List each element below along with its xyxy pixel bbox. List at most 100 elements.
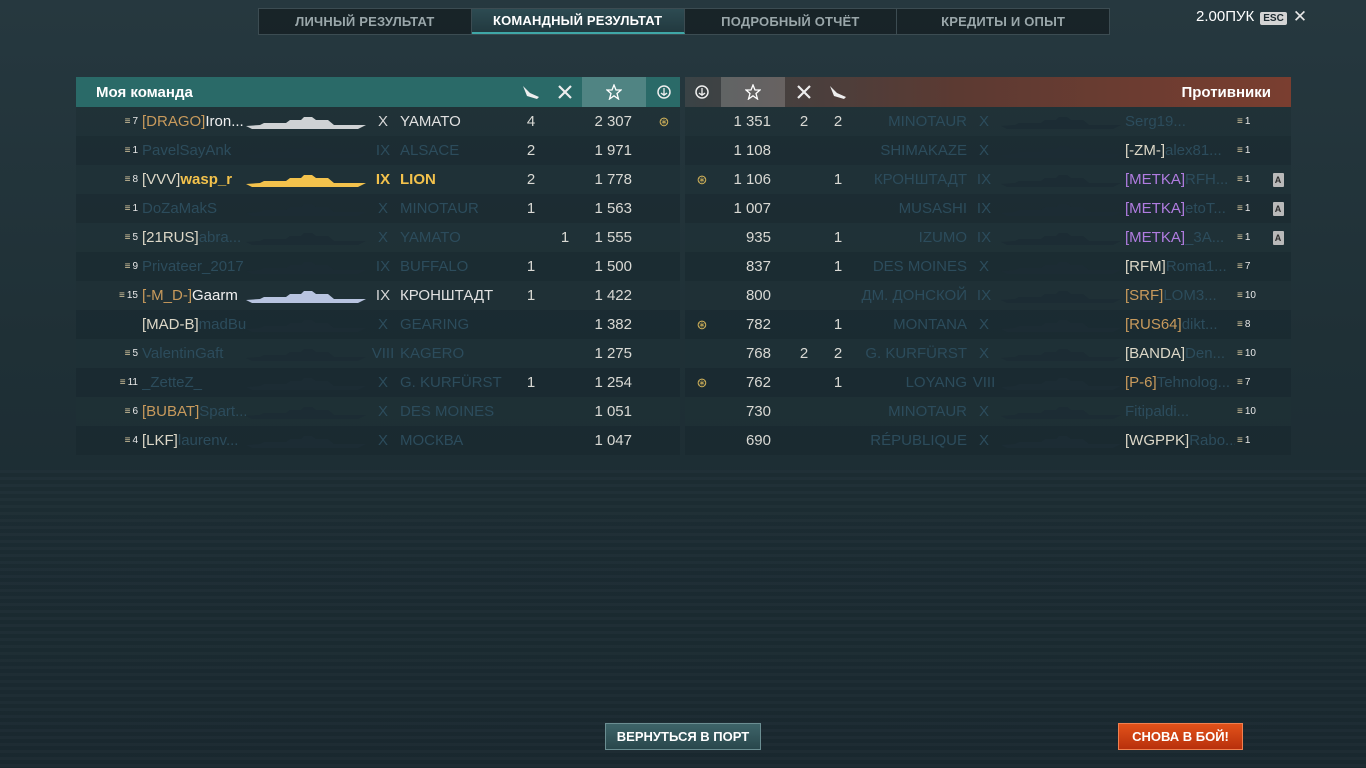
ship-silhouette-icon	[246, 203, 366, 220]
table-row[interactable]: ⊛ 1 106 1 КРОНШТАДТ IX [METKA] RFH... ≡ 1 A	[685, 165, 1291, 194]
planes-count	[516, 397, 546, 426]
player-name-cell[interactable]: [RFM] Roma1...	[1125, 252, 1235, 281]
player-name-cell[interactable]: Fitipaldi...	[1125, 397, 1235, 426]
table-row[interactable]: 1 007 MUSASHI IX [METKA] etoT... ≡ 1 A	[685, 194, 1291, 223]
ship-silhouette-icon	[246, 145, 366, 162]
player-name-cell[interactable]: [P-6] Tehnolog...	[1125, 368, 1235, 397]
table-row[interactable]: 837 1 DES MOINES X [RFM] Roma1... ≡ 7	[685, 252, 1291, 281]
ship-name: G. KURFÜRST	[865, 345, 967, 362]
rank-badge: ≡ 6	[96, 397, 138, 426]
player-name: wasp_r	[180, 171, 233, 188]
player-name-cell[interactable]: [-M_D-] Gaarm	[142, 281, 246, 310]
player-name-cell[interactable]: ValentinGaft	[142, 339, 246, 368]
rank-number: 9	[132, 261, 138, 272]
close-icon[interactable]: ✕	[1293, 7, 1307, 27]
table-row[interactable]: ≡ 15 [-M_D-] Gaarm IX КРОНШТАДТ 1 1 422	[76, 281, 680, 310]
kills-icon[interactable]	[789, 77, 819, 107]
table-row[interactable]: 690 RÉPUBLIQUE X [WGPPK] Rabo... ≡ 1	[685, 426, 1291, 455]
table-row[interactable]: ≡ 11 _ZetteZ_ X G. KURFÜRST 1 1 254	[76, 368, 680, 397]
tab-detailed-report[interactable]: ПОДРОБНЫЙ ОТЧЁТ	[685, 9, 898, 34]
return-to-port-button[interactable]: ВЕРНУТЬСЯ В ПОРТ	[605, 723, 761, 750]
player-name-cell[interactable]: [WGPPK] Rabo...	[1125, 426, 1235, 455]
table-row[interactable]: ≡ 6 [BUBAT] Spart... X DES MOINES 1 051	[76, 397, 680, 426]
ship-name: MUSASHI	[898, 200, 967, 217]
ship-name: YAMATO	[400, 229, 461, 246]
rank-badge: ≡ 4	[96, 426, 138, 455]
planes-count: 2	[833, 345, 843, 362]
player-name-cell[interactable]: [21RUS] abra...	[142, 223, 246, 252]
table-row[interactable]: 768 2 2 G. KURFÜRST X [BANDA] Den... ≡ 10	[685, 339, 1291, 368]
player-name-cell[interactable]: [-ZM-] alex81...	[1125, 136, 1235, 165]
ship-name: DES MOINES	[872, 258, 967, 275]
table-row[interactable]: ⊛ 782 1 MONTANA X [RUS64] dikt... ≡ 8	[685, 310, 1291, 339]
table-row[interactable]: 1 351 2 2 MINOTAUR X Serg19... ≡ 1	[685, 107, 1291, 136]
kills-count	[550, 165, 580, 194]
planes-icon[interactable]	[516, 77, 546, 107]
table-row[interactable]: ⊛ 762 1 LOYANG VIII [P-6] Tehnolog... ≡ 7	[685, 368, 1291, 397]
player-name-cell[interactable]: [MAD-B]madBuild...	[142, 310, 246, 339]
star-icon[interactable]	[721, 77, 785, 107]
table-row[interactable]: ≡ 5 ValentinGaft VIII KAGERO 1 275	[76, 339, 680, 368]
tab-credits-xp[interactable]: КРЕДИТЫ И ОПЫТ	[897, 9, 1109, 34]
player-name-cell[interactable]: PavelSayAnk	[142, 136, 246, 165]
battle-again-button[interactable]: СНОВА В БОЙ!	[1118, 723, 1243, 750]
table-row[interactable]: 1 108 SHIMAKAZE X [-ZM-] alex81... ≡ 1	[685, 136, 1291, 165]
table-row[interactable]: ≡ 8 [VVV] wasp_r IX LION 2 1 778	[76, 165, 680, 194]
player-name-cell[interactable]: [DRAGO] Iron...	[142, 107, 246, 136]
ship-silhouette-icon	[1001, 377, 1121, 394]
player-name-cell[interactable]: [LKF] laurenv...	[142, 426, 246, 455]
ship-tier: IX	[976, 200, 992, 217]
base-xp-score: 1 051	[594, 403, 632, 420]
rank-icon: ≡	[124, 145, 131, 156]
player-name-cell[interactable]: Privateer_2017	[142, 252, 246, 281]
table-row[interactable]: [MAD-B]madBuild... X GEARING 1 382	[76, 310, 680, 339]
ship-tier: VIII	[972, 374, 996, 391]
kills-icon[interactable]	[550, 77, 580, 107]
rank-icon: ≡	[1237, 261, 1243, 272]
rank-badge: ≡ 7	[96, 107, 138, 136]
ship-tier: X	[377, 374, 388, 391]
player-name-cell[interactable]: [RUS64] dikt...	[1125, 310, 1235, 339]
table-row[interactable]: 800 ДМ. ДОНСКОЙ IX [SRF] LOM3... ≡ 10	[685, 281, 1291, 310]
table-row[interactable]: 730 MINOTAUR X Fitipaldi... ≡ 10	[685, 397, 1291, 426]
table-row[interactable]: ≡ 7 [DRAGO] Iron... X YAMATO 4 2 307 ⊛	[76, 107, 680, 136]
tab-personal-result[interactable]: ЛИЧНЫЙ РЕЗУЛЬТАТ	[259, 9, 472, 34]
rank-number: 6	[132, 406, 138, 417]
table-row[interactable]: ≡ 9 Privateer_2017 IX BUFFALO 1 1 500	[76, 252, 680, 281]
star-icon[interactable]	[582, 77, 646, 107]
player-name-cell[interactable]: [BANDA] Den...	[1125, 339, 1235, 368]
tab-team-result[interactable]: КОМАНДНЫЙ РЕЗУЛЬТАТ	[471, 9, 685, 34]
insignia-icon[interactable]	[648, 77, 680, 107]
table-row[interactable]: ≡ 1 DoZaMakS X MINOTAUR 1 1 563	[76, 194, 680, 223]
ship-tier: IX	[976, 171, 992, 188]
table-row[interactable]: ≡ 5 [21RUS] abra... X YAMATO 1 1 555	[76, 223, 680, 252]
table-row[interactable]: ≡ 1 PavelSayAnk IX ALSACE 2 1 971	[76, 136, 680, 165]
player-name-cell[interactable]: Serg19...	[1125, 107, 1235, 136]
table-row[interactable]: ≡ 4 [LKF] laurenv... X МОСКВА 1 047	[76, 426, 680, 455]
player-name-cell[interactable]: [METKA] etoT...	[1125, 194, 1235, 223]
player-name: _ZetteZ_	[142, 374, 203, 391]
insignia-icon[interactable]	[685, 77, 719, 107]
player-name-cell[interactable]: _ZetteZ_	[142, 368, 246, 397]
ship-name: MINOTAUR	[400, 200, 479, 217]
rank-number: 1	[1244, 203, 1251, 214]
player-name-cell[interactable]: [SRF] LOM3...	[1125, 281, 1235, 310]
rank-badge: ≡ 10	[1237, 339, 1271, 368]
table-row[interactable]: 935 1 IZUMO IX [METKA] _3A... ≡ 1 A	[685, 223, 1291, 252]
ship-name: YAMATO	[400, 113, 461, 130]
kills-count	[789, 194, 819, 223]
planes-count: 1	[833, 374, 843, 391]
ship-name: BUFFALO	[400, 258, 469, 275]
player-name-cell[interactable]: [METKA] _3A...	[1125, 223, 1235, 252]
player-name-cell[interactable]: DoZaMakS	[142, 194, 246, 223]
planes-icon[interactable]	[823, 77, 853, 107]
player-name-cell[interactable]: [BUBAT] Spart...	[142, 397, 246, 426]
rank-badge: ≡ 1	[1237, 136, 1271, 165]
planes-count: 1	[833, 316, 843, 333]
player-name-cell[interactable]: [VVV] wasp_r	[142, 165, 246, 194]
division-badge: A	[1269, 223, 1287, 252]
rank-icon: ≡	[124, 232, 131, 243]
rank-badge: ≡ 5	[96, 339, 138, 368]
base-xp-score: 1 007	[733, 200, 771, 217]
player-name-cell[interactable]: [METKA] RFH...	[1125, 165, 1235, 194]
